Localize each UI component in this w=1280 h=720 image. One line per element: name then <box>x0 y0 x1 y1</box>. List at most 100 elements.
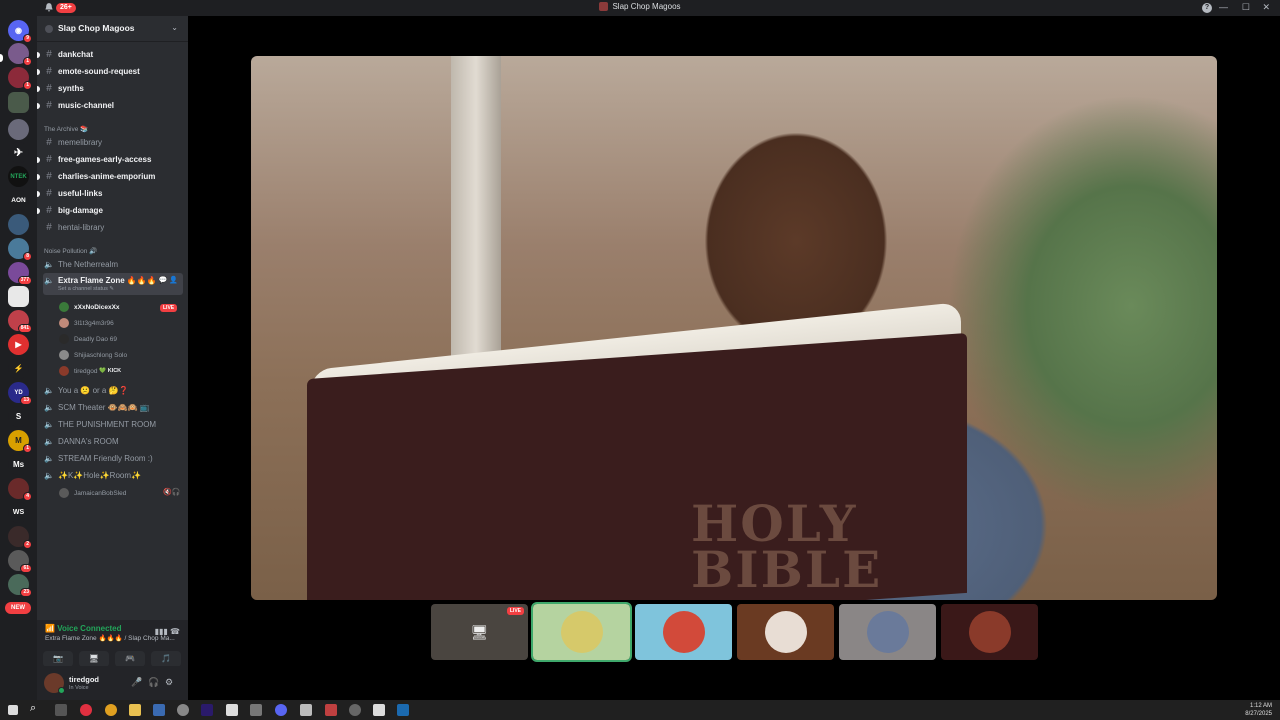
screen-share-button[interactable]: 🖥 <box>79 651 109 667</box>
app-icon[interactable] <box>325 704 337 716</box>
premiere-icon[interactable] <box>201 704 213 716</box>
voice-channel-extra-flame-zone[interactable]: 🔈 Extra Flame Zone 🔥🔥🔥 Set a channel stat… <box>43 273 183 295</box>
window-title: Slap Chop Magoos <box>0 2 1280 12</box>
online-status-icon <box>58 687 65 694</box>
participant-tile[interactable] <box>737 604 834 660</box>
chrome-icon[interactable] <box>105 704 117 716</box>
server-icon[interactable]: S <box>8 406 29 427</box>
folder-icon[interactable] <box>129 704 141 716</box>
voice-user[interactable]: Shijiaschlong Solo <box>59 348 127 362</box>
app-icon[interactable] <box>349 704 361 716</box>
server-icon[interactable]: M1 <box>8 430 32 453</box>
voice-user[interactable]: 3l1t3g4m3r96 <box>59 316 114 330</box>
avatar <box>560 611 603 653</box>
participant-tile[interactable] <box>941 604 1038 660</box>
server-icon[interactable]: 1 <box>8 43 32 66</box>
server-icon[interactable]: NTEK <box>8 166 29 187</box>
maximize-button[interactable]: ☐ <box>1242 2 1250 13</box>
server-icon[interactable] <box>8 92 29 113</box>
photoshop-icon[interactable] <box>153 704 165 716</box>
chat-and-invite-icons[interactable]: 💬 👤 <box>159 276 178 284</box>
server-icon[interactable]: ✈ <box>8 142 29 163</box>
participant-tile[interactable] <box>839 604 936 660</box>
app-icon[interactable] <box>300 704 312 716</box>
server-icon[interactable]: 2 <box>8 526 32 549</box>
server-icon[interactable]: WS <box>8 502 29 523</box>
channel-free-games-early-access[interactable]: # free-games-early-access <box>37 152 183 167</box>
voice-channel[interactable]: 🔈 You a 😕 or a 🤔❓ <box>43 383 183 398</box>
voice-user[interactable]: tiredgod 💚 KICK <box>59 364 121 378</box>
server-icon[interactable]: AON <box>8 190 29 211</box>
voice-channel[interactable]: 🔈 ✨K✨Hole✨Room✨ <box>43 468 183 483</box>
channel-useful-links[interactable]: # useful-links <box>37 186 183 201</box>
server-header[interactable]: Slap Chop Magoos ⌄ <box>37 16 188 42</box>
youtube-icon[interactable]: ▶ <box>8 334 29 355</box>
server-icon[interactable] <box>8 119 29 140</box>
channel-big-damage[interactable]: # big-damage <box>37 203 183 218</box>
category-the-archive[interactable]: The Archive 📚 <box>44 125 88 133</box>
app-icon[interactable] <box>250 704 262 716</box>
activities-button[interactable]: 🎮 <box>115 651 145 667</box>
app-icon[interactable] <box>226 704 238 716</box>
channel-charlies-anime-emporium[interactable]: # charlies-anime-emporium <box>37 169 183 184</box>
channel-emote-sound-request[interactable]: # emote-sound-request <box>37 64 183 79</box>
unread-dot <box>37 173 40 180</box>
server-icon[interactable]: 4 <box>8 478 32 501</box>
voice-channel[interactable]: 🔈 STREAM Friendly Room :) <box>43 451 183 466</box>
voice-channel-netherrealm[interactable]: 🔈 The Netherrealm <box>43 257 183 272</box>
participant-tile[interactable]: 🖥 LIVE <box>431 604 528 660</box>
voice-user[interactable]: JamaicanBobSled <box>59 486 126 500</box>
channel-hentai-library[interactable]: # hentai-library <box>43 220 183 235</box>
participant-tile[interactable] <box>635 604 732 660</box>
server-icon[interactable]: 61 <box>8 550 32 573</box>
app-icon[interactable] <box>373 704 385 716</box>
voice-channel[interactable]: 🔈 DANNA's ROOM <box>43 434 183 449</box>
server-icon[interactable]: 1 <box>8 67 32 90</box>
server-icon[interactable]: 377 <box>8 262 32 285</box>
steam-icon[interactable] <box>397 704 409 716</box>
opera-icon[interactable] <box>80 704 92 716</box>
task-view-icon[interactable] <box>55 704 67 716</box>
discord-home-icon[interactable]: ◉ 9 <box>8 20 32 43</box>
minimize-button[interactable]: — <box>1219 2 1228 12</box>
windows-start-icon[interactable] <box>8 705 18 715</box>
camera-off-button[interactable]: 📷 <box>43 651 73 667</box>
server-icon[interactable] <box>8 286 29 307</box>
headphones-icon[interactable]: 🎧 <box>148 677 159 688</box>
gear-icon[interactable]: ⚙ <box>165 677 173 688</box>
microphone-icon[interactable]: 🎤 <box>131 677 142 688</box>
channel-status-input[interactable]: Set a channel status ✎ <box>58 286 114 292</box>
server-icon[interactable]: Ms <box>8 454 29 475</box>
server-icon[interactable]: 841 <box>8 310 32 333</box>
discord-icon[interactable] <box>275 704 287 716</box>
search-icon[interactable]: ⌕ <box>30 702 42 714</box>
new-unreads-pill[interactable]: NEW <box>5 602 31 614</box>
channel-music-channel[interactable]: # music-channel <box>37 98 183 113</box>
voice-user[interactable]: Deadly Dao 69 <box>59 332 117 346</box>
voice-connected-label[interactable]: 📶 Voice Connected <box>45 624 122 633</box>
participant-tile[interactable] <box>531 602 632 662</box>
avatar[interactable] <box>44 673 65 694</box>
channel-dankchat[interactable]: # dankchat <box>37 47 183 62</box>
voice-channel[interactable]: 🔈 SCM Theater 🐵🙈🙉 📺 <box>43 400 183 415</box>
server-icon[interactable]: ⚡ <box>8 358 29 379</box>
voice-channel[interactable]: 🔈 THE PUNISHMENT ROOM <box>43 417 183 432</box>
server-icon[interactable]: YD 13 <box>8 382 32 405</box>
help-icon[interactable]: ? <box>1202 3 1212 13</box>
close-button[interactable]: ✕ <box>1262 2 1270 13</box>
stream-video[interactable]: HOLY BIBLE <box>251 56 1217 600</box>
server-icon[interactable]: 23 <box>8 574 32 597</box>
system-clock[interactable]: 1:12 AM 8/27/2025 <box>1245 702 1272 718</box>
category-noise-pollution[interactable]: Noise Pollution 🔊 <box>44 247 97 255</box>
channel-memelibrary[interactable]: # memelibrary <box>43 135 183 150</box>
app-icon[interactable] <box>177 704 189 716</box>
noise-suppression-and-disconnect-icons[interactable]: ▮▮▮ ☎ <box>155 627 180 636</box>
speaker-icon: 🔈 <box>44 437 54 446</box>
soundboard-button[interactable]: 🎵 <box>151 651 181 667</box>
user-name[interactable]: tiredgod <box>69 675 99 684</box>
server-icon[interactable] <box>8 214 29 235</box>
voice-user[interactable]: xXxNoDicexXx <box>59 300 120 314</box>
server-icon[interactable]: 8 <box>8 238 32 261</box>
chevron-down-icon[interactable]: ⌄ <box>171 23 178 32</box>
channel-synths[interactable]: # synths <box>37 81 183 96</box>
